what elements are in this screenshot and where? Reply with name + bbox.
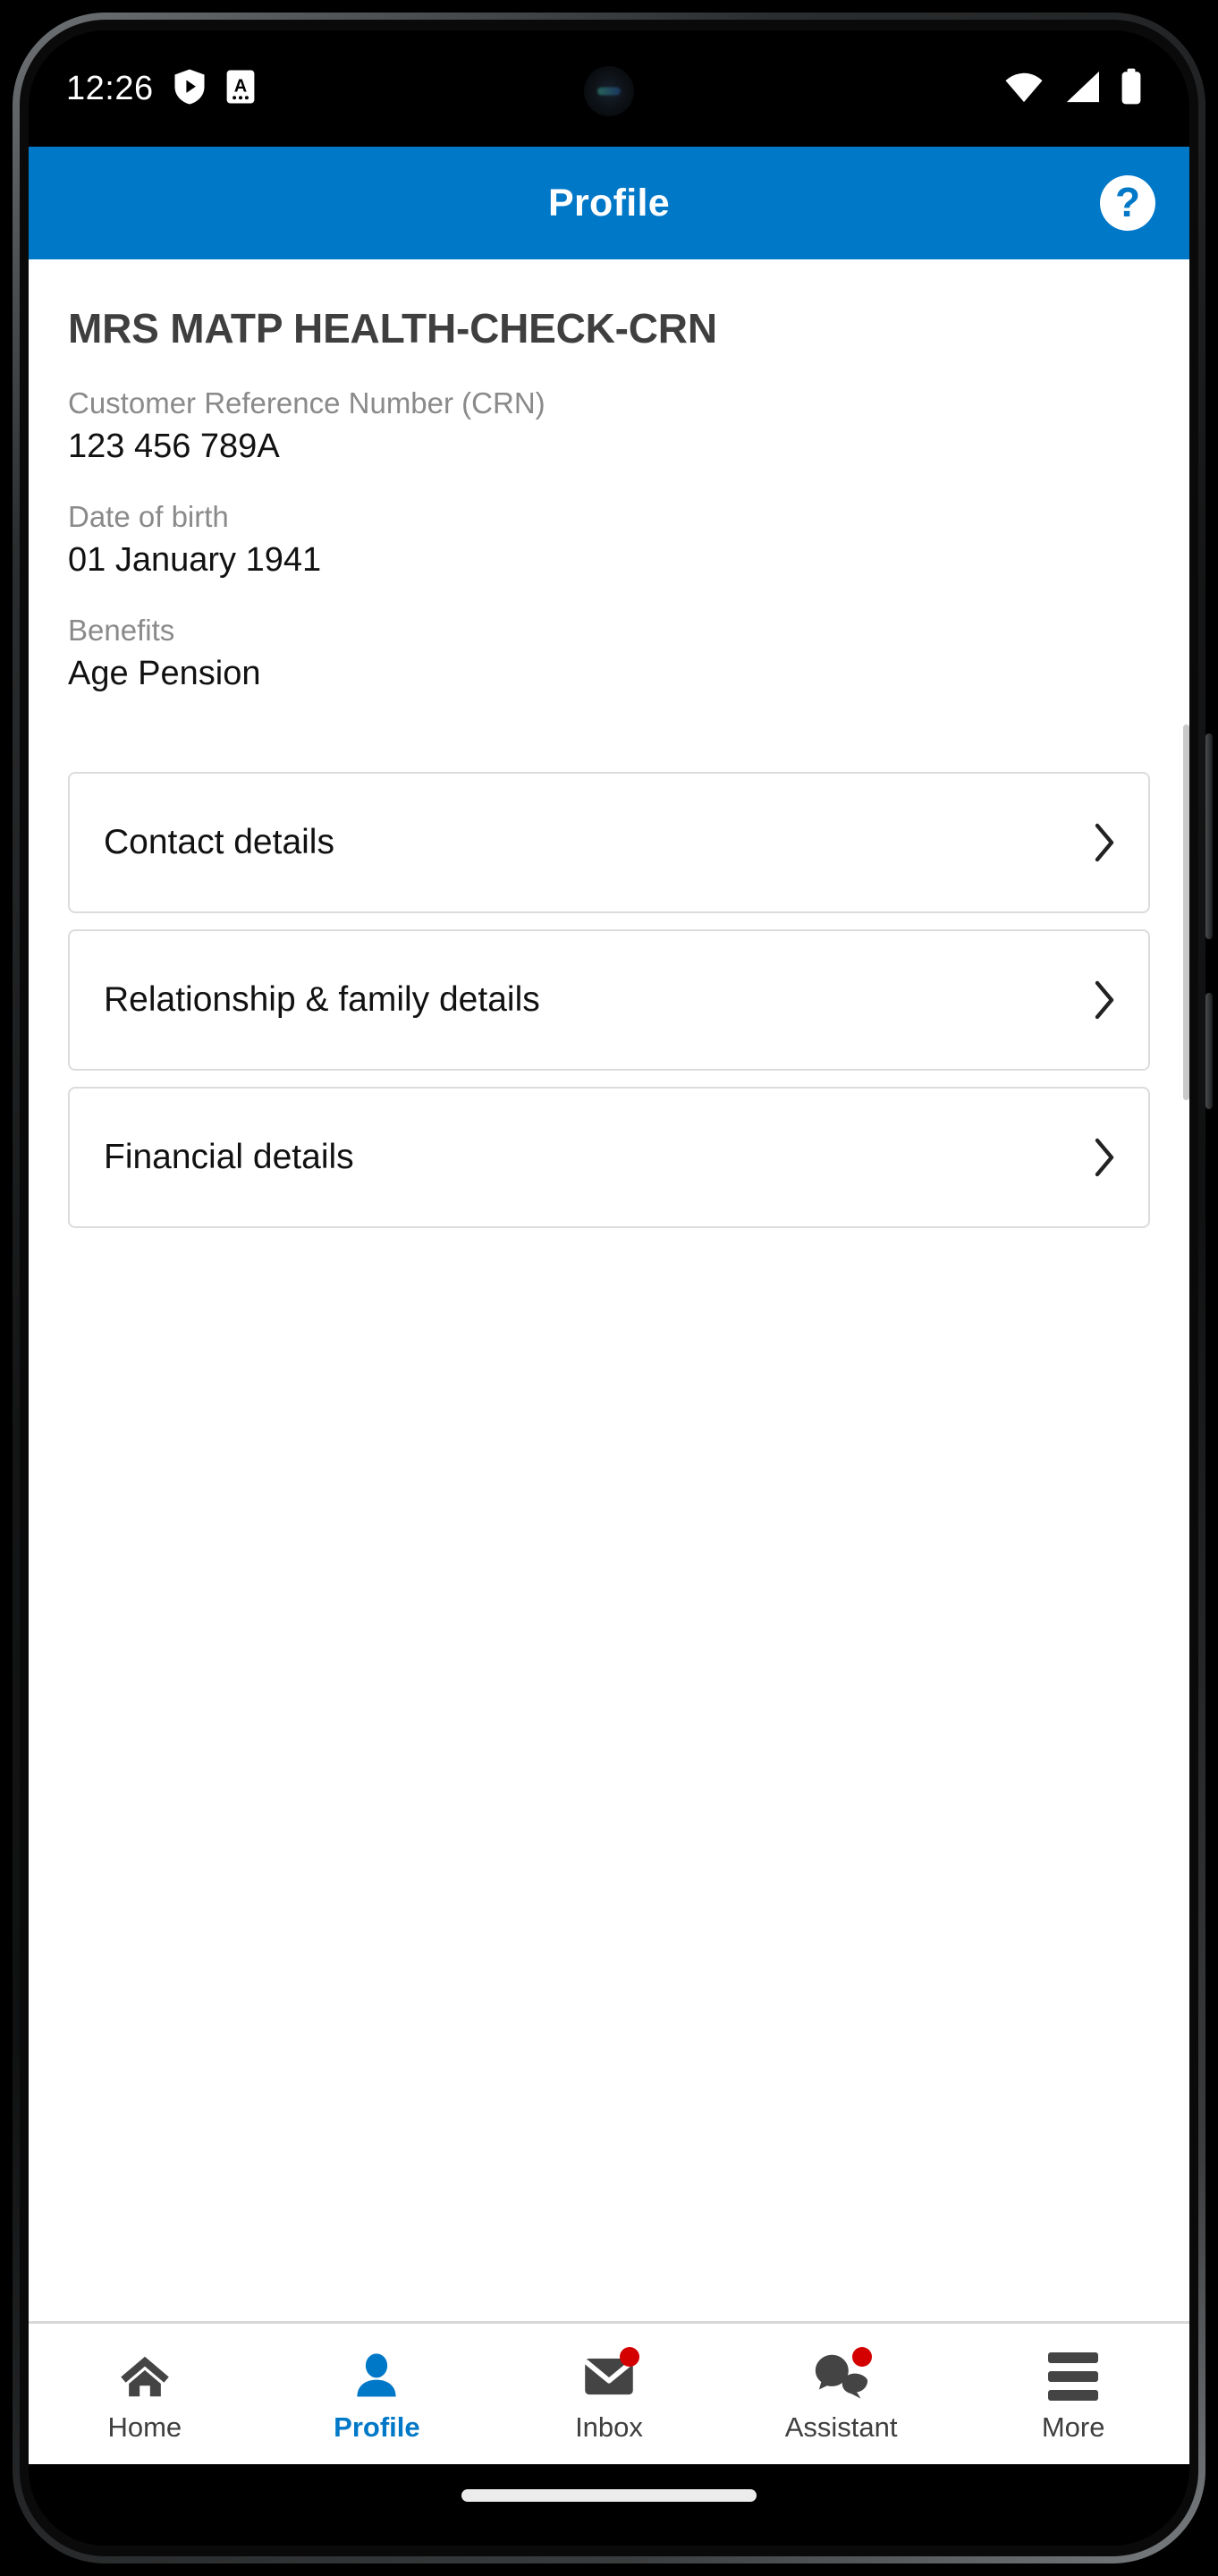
front-camera-punch-hole <box>584 66 634 116</box>
volume-button[interactable] <box>1205 733 1213 939</box>
card-label: Relationship & family details <box>104 980 540 1019</box>
nav-label: Inbox <box>575 2411 643 2443</box>
profile-field-label: Customer Reference Number (CRN) <box>68 386 546 419</box>
profile-field-value: 123 456 789A <box>68 428 280 465</box>
chevron-right-icon <box>1091 1135 1118 1180</box>
nav-label: Profile <box>334 2411 420 2443</box>
gesture-pill[interactable] <box>461 2489 757 2502</box>
chat-bubbles-icon <box>813 2346 872 2402</box>
status-clock: 12:26 <box>66 69 154 107</box>
help-button[interactable]: ? <box>1100 175 1155 231</box>
play-protect-shield-icon <box>173 69 206 109</box>
nav-label: More <box>1041 2411 1105 2443</box>
scrollbar[interactable] <box>1183 724 1189 1100</box>
nav-item-assistant[interactable]: Assistant <box>725 2324 958 2464</box>
envelope-icon <box>580 2346 639 2402</box>
profile-field-label: Date of birth <box>68 500 229 533</box>
person-icon <box>348 2351 405 2402</box>
notification-letter-a-icon: A <box>225 69 256 109</box>
nav-item-home[interactable]: Home <box>29 2324 261 2464</box>
nav-item-inbox[interactable]: Inbox <box>493 2324 725 2464</box>
bottom-navigation: Home Profile Inbox Assistant More <box>29 2321 1189 2464</box>
status-bar-right <box>1003 68 1143 110</box>
profile-field-value: 01 January 1941 <box>68 541 322 579</box>
chevron-right-icon <box>1091 978 1118 1022</box>
inbox-notification-badge <box>619 2346 639 2367</box>
nav-item-more[interactable]: More <box>957 2324 1189 2464</box>
phone-screen: 12:26 A Profile ? MRS MATP HEALTH-CHECK-… <box>29 30 1189 2546</box>
camera-lens-glint <box>597 87 621 96</box>
card-contact-details[interactable]: Contact details <box>68 772 1150 913</box>
profile-field-label: Benefits <box>68 614 175 647</box>
profile-field-crn: Customer Reference Number (CRN) 123 456 … <box>68 386 1150 466</box>
card-label: Contact details <box>104 823 334 861</box>
profile-content: MRS MATP HEALTH-CHECK-CRN Customer Refer… <box>29 259 1189 2321</box>
device-frame: 12:26 A Profile ? MRS MATP HEALTH-CHECK-… <box>0 0 1218 2576</box>
card-relationship-family-details[interactable]: Relationship & family details <box>68 929 1150 1071</box>
power-button[interactable] <box>1205 993 1213 1109</box>
chevron-right-icon <box>1091 820 1118 865</box>
question-mark-icon: ? <box>1114 179 1141 225</box>
nav-label: Assistant <box>784 2411 898 2443</box>
profile-field-dob: Date of birth 01 January 1941 <box>68 500 1150 580</box>
home-icon <box>116 2351 173 2402</box>
gesture-navigation-bar <box>29 2464 1189 2546</box>
page-title: Profile <box>548 181 670 225</box>
app-bar: Profile ? <box>29 147 1189 259</box>
profile-field-value: Age Pension <box>68 655 261 692</box>
assistant-notification-badge <box>851 2346 872 2367</box>
status-bar: 12:26 A <box>29 30 1189 147</box>
profile-name: MRS MATP HEALTH-CHECK-CRN <box>68 305 717 352</box>
hamburger-icon <box>1045 2351 1102 2402</box>
profile-link-cards: Contact details Relationship & family de… <box>68 772 1150 1228</box>
svg-text:A: A <box>233 76 246 96</box>
profile-field-benefits: Benefits Age Pension <box>68 614 1150 693</box>
status-bar-left: 12:26 A <box>66 69 256 109</box>
cellular-signal-icon <box>1062 70 1102 108</box>
nav-label: Home <box>107 2411 182 2443</box>
card-financial-details[interactable]: Financial details <box>68 1087 1150 1228</box>
card-label: Financial details <box>104 1138 354 1176</box>
nav-item-profile[interactable]: Profile <box>261 2324 494 2464</box>
wifi-icon <box>1003 70 1045 108</box>
battery-icon <box>1120 68 1143 110</box>
